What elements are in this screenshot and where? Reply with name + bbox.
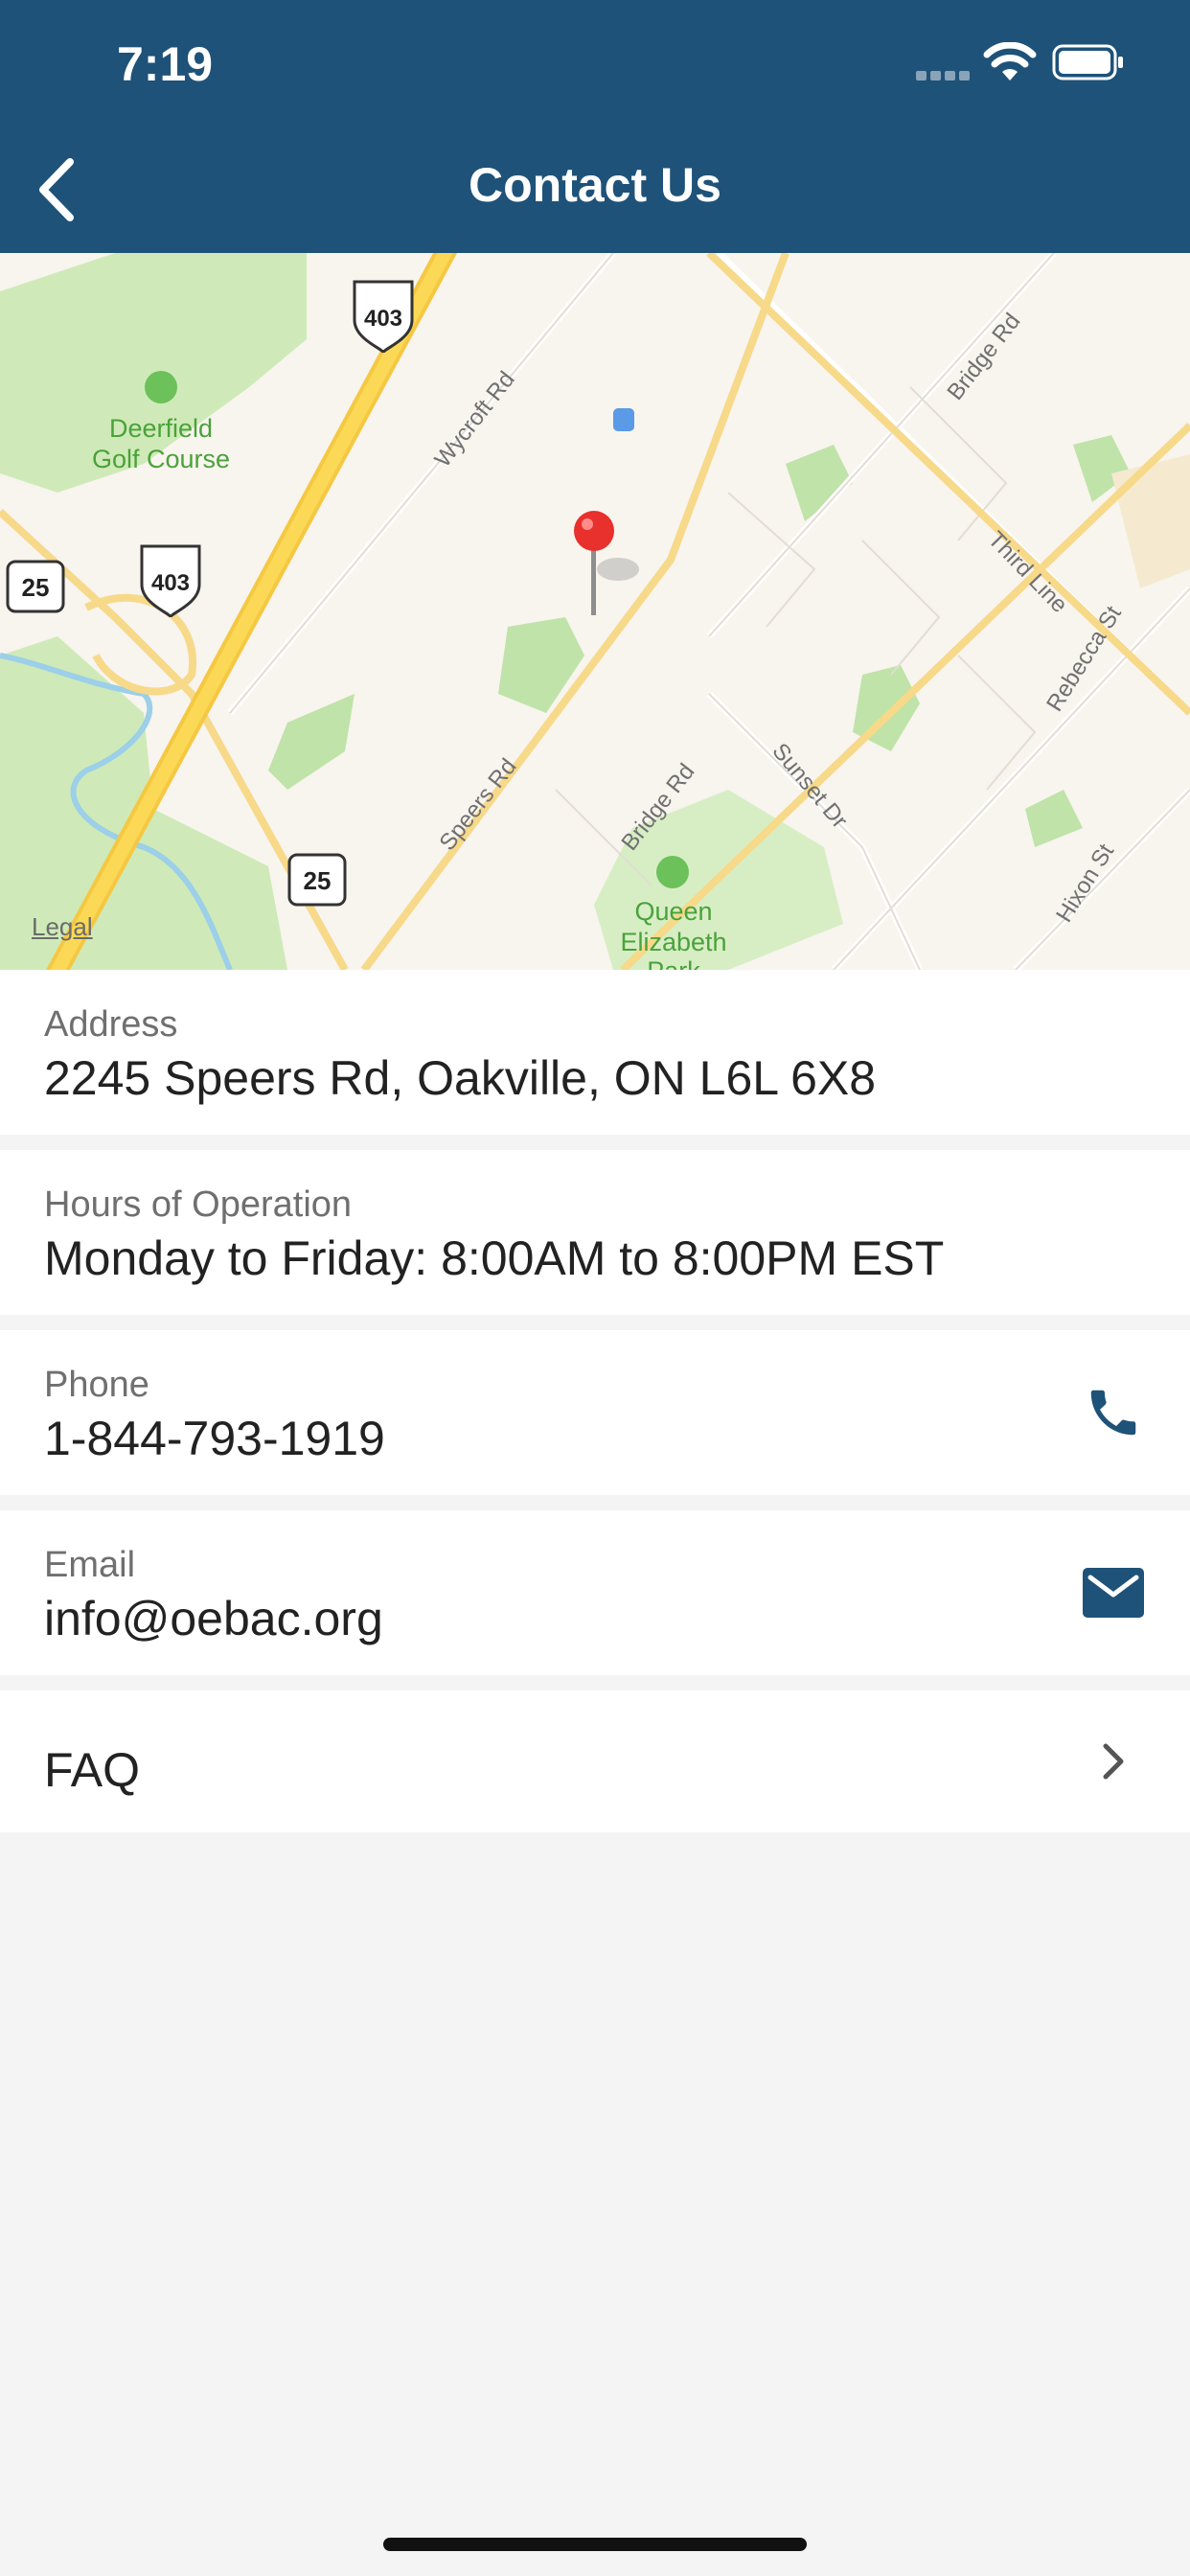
wifi-icon (983, 42, 1037, 80)
page-title: Contact Us (469, 158, 721, 212)
faq-row[interactable]: FAQ (0, 1690, 1190, 1832)
address-value: 2245 Speers Rd, Oakville, ON L6L 6X8 (44, 1051, 877, 1105)
hwy-25-shield-icon: 25 (6, 560, 65, 613)
map-legal-link[interactable]: Legal (32, 912, 93, 942)
chevron-right-icon (1103, 1743, 1124, 1780)
phone-label: Phone (44, 1365, 149, 1405)
email-button[interactable] (1079, 1558, 1148, 1627)
map-label-third: Third Line (983, 526, 1073, 618)
battery-icon (1052, 44, 1123, 80)
hours-label: Hours of Operation (44, 1184, 353, 1225)
cellular-signal-icon (916, 71, 970, 80)
email-card[interactable]: Email info@oebac.org (0, 1510, 1190, 1675)
map-canvas: Deerfield Golf Course Queen Elizabeth Pa… (0, 253, 1190, 970)
map-label-park-1: Queen (634, 897, 712, 926)
email-value[interactable]: info@oebac.org (44, 1591, 383, 1646)
map-label-hixon: Hixon St (1051, 840, 1119, 928)
home-indicator[interactable] (383, 2538, 807, 2551)
hwy-403-shield-icon: 403 (140, 544, 201, 618)
address-label: Address (44, 1004, 178, 1045)
faq-disclosure[interactable] (1079, 1727, 1148, 1796)
nav-header: 7:19 Contact Us (0, 0, 1190, 253)
svg-text:25: 25 (22, 573, 50, 602)
map-label-golf: Deerfield (109, 414, 213, 443)
hours-card: Hours of Operation Monday to Friday: 8:0… (0, 1150, 1190, 1315)
hours-value: Monday to Friday: 8:00AM to 8:00PM EST (44, 1231, 945, 1285)
location-map[interactable]: Deerfield Golf Course Queen Elizabeth Pa… (0, 253, 1190, 970)
call-button[interactable] (1079, 1378, 1148, 1447)
location-pin-icon[interactable] (574, 511, 639, 615)
faq-label: FAQ (44, 1743, 141, 1797)
map-label-golf-2: Golf Course (92, 445, 230, 473)
mail-icon (1083, 1568, 1144, 1618)
svg-text:25: 25 (304, 866, 332, 895)
map-label-wycroft: Wycroft Rd (429, 367, 519, 472)
map-label-speers: Speers Rd (434, 754, 521, 856)
phone-icon (1090, 1390, 1136, 1436)
status-time: 7:19 (117, 37, 214, 91)
svg-text:403: 403 (151, 570, 190, 596)
transit-icon (613, 408, 634, 431)
map-label-bridge-2: Bridge Rd (942, 309, 1025, 405)
map-label-park-2: Elizabeth (620, 928, 726, 956)
map-label-park-3: Park (647, 956, 700, 970)
phone-card[interactable]: Phone 1-844-793-1919 (0, 1330, 1190, 1495)
phone-value[interactable]: 1-844-793-1919 (44, 1411, 385, 1466)
svg-text:403: 403 (364, 306, 402, 332)
address-card: Address 2245 Speers Rd, Oakville, ON L6L… (0, 970, 1190, 1135)
hwy-25-shield-icon: 25 (287, 853, 347, 907)
email-label: Email (44, 1545, 136, 1585)
